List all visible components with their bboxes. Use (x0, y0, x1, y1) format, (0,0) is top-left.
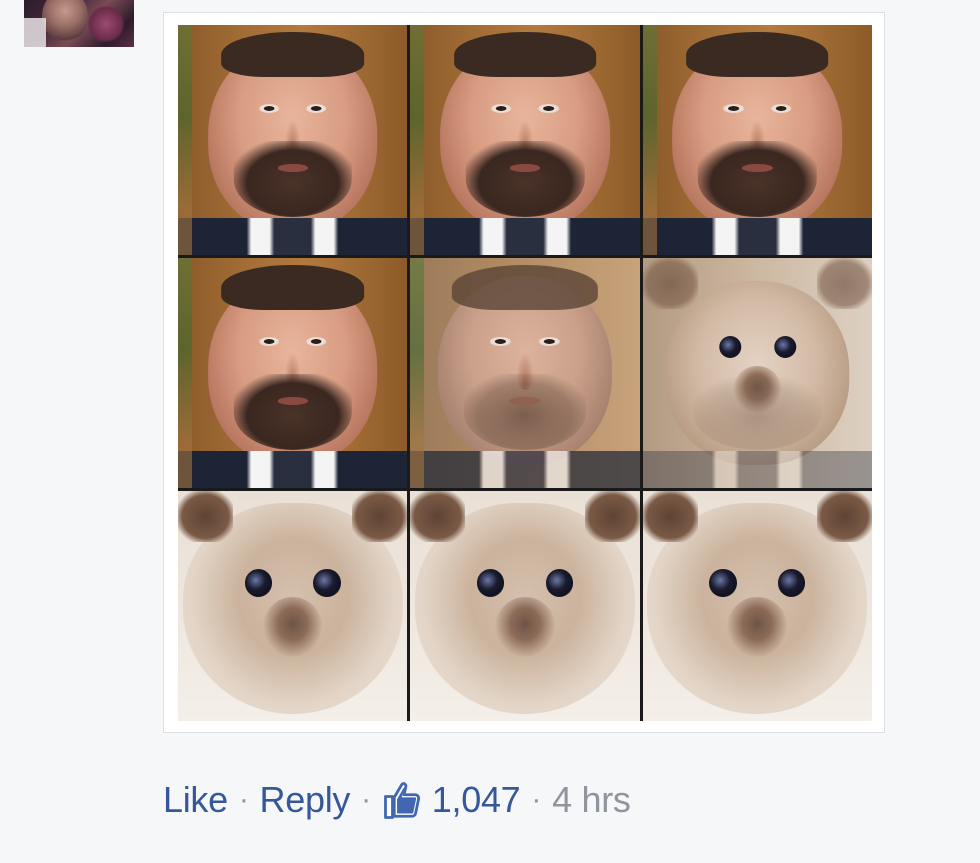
mouth (277, 164, 308, 172)
eye (545, 569, 574, 597)
eye (258, 336, 280, 347)
beard (693, 376, 822, 451)
cat-ear (584, 491, 640, 542)
morph-frame (410, 491, 640, 721)
suit (642, 218, 872, 255)
thumbs-up-icon (383, 782, 420, 819)
morph-frame (178, 25, 408, 255)
mouth (509, 164, 541, 172)
hair (453, 32, 597, 78)
avatar[interactable] (24, 0, 134, 47)
morph-frame (178, 491, 408, 721)
suit (642, 451, 872, 488)
hair (221, 265, 364, 311)
eye (538, 103, 559, 114)
comment-actions: Like · Reply · 1,047 · 4 hrs (163, 778, 631, 822)
morphed-face (665, 281, 850, 465)
timestamp[interactable]: 4 hrs (552, 779, 631, 821)
man-face (440, 32, 610, 232)
suit (410, 218, 640, 255)
eye (718, 336, 741, 359)
eye (244, 569, 273, 597)
reaction-count-button[interactable]: 1,047 (382, 779, 521, 821)
cat-ear (642, 491, 698, 542)
like-link[interactable]: Like (163, 779, 228, 821)
morph-frame (642, 25, 872, 255)
man-face (672, 32, 843, 232)
nose (495, 596, 555, 657)
beard (233, 141, 353, 217)
hair (221, 32, 364, 78)
eye (476, 569, 505, 597)
separator: · (238, 783, 249, 816)
nose (727, 596, 788, 657)
avatar-shape (24, 18, 46, 47)
mouth (277, 397, 308, 405)
morph-frame (178, 258, 408, 488)
eye (490, 336, 512, 347)
eye (709, 569, 737, 597)
beard (233, 374, 353, 450)
cat-ear (178, 491, 234, 542)
morph-frame (642, 491, 872, 721)
avatar-face-shape (42, 0, 88, 42)
comment-image-attachment[interactable] (163, 12, 885, 733)
eye (306, 336, 327, 347)
separator: · (361, 783, 371, 816)
hair (451, 265, 599, 311)
mouth (509, 397, 541, 405)
cat-ear (642, 258, 698, 309)
man-face (207, 265, 378, 465)
avatar-shape (86, 6, 126, 42)
beard (463, 374, 586, 450)
cat-ear (410, 491, 466, 542)
beard (697, 141, 817, 217)
suit (178, 218, 408, 255)
suit (410, 451, 640, 488)
reply-link[interactable]: Reply (260, 779, 351, 821)
morph-frame (410, 258, 640, 488)
morph-frame (642, 258, 872, 488)
cat-ear (816, 491, 872, 542)
cat-ear (352, 491, 408, 542)
suit (178, 451, 408, 488)
man-face (207, 32, 378, 232)
cat-ear (816, 258, 872, 309)
mouth (742, 164, 773, 172)
morph-frame (410, 25, 640, 255)
eye (313, 569, 341, 597)
nose (262, 596, 323, 657)
eye (491, 103, 512, 114)
eye (770, 103, 792, 114)
eye (777, 569, 806, 597)
eye (258, 103, 280, 114)
reaction-count: 1,047 (431, 779, 521, 820)
beard (465, 141, 585, 217)
morph-image-grid (178, 25, 872, 721)
eye (538, 336, 560, 347)
eye (773, 336, 796, 359)
hair (686, 32, 829, 78)
eye (723, 103, 744, 114)
separator: · (531, 783, 542, 816)
morphed-face (437, 265, 613, 465)
eye (306, 103, 327, 114)
